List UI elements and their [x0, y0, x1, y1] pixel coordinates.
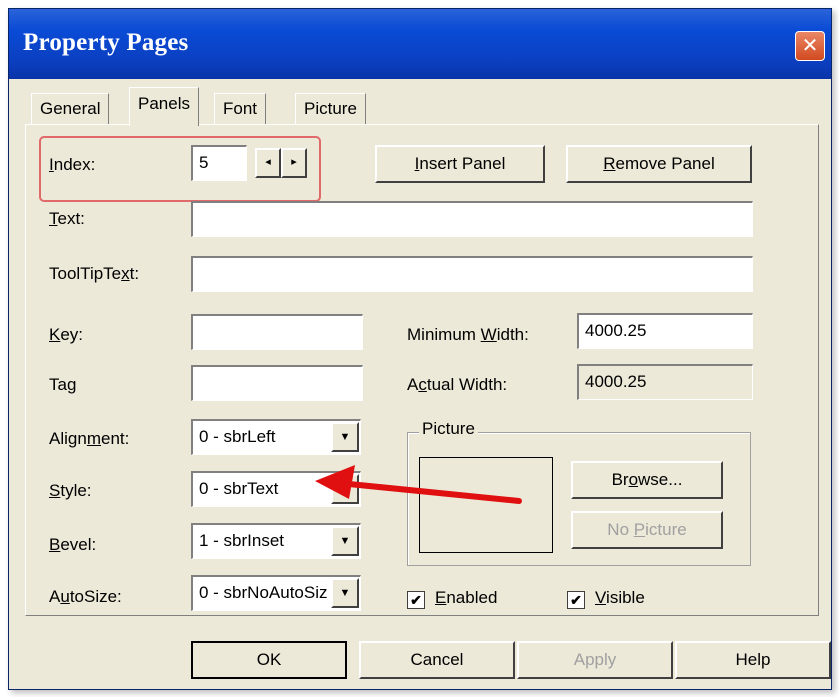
- tab-panels[interactable]: Panels: [129, 87, 199, 126]
- property-pages-dialog: Property Pages ✕ General Picture Font Pa…: [8, 8, 832, 690]
